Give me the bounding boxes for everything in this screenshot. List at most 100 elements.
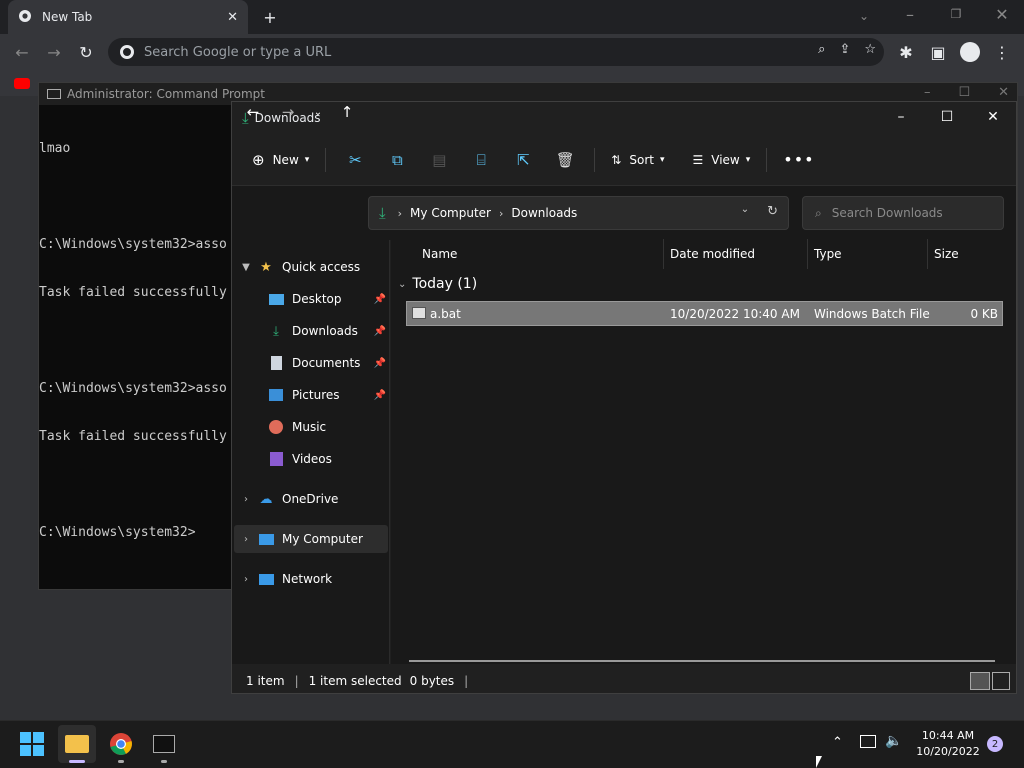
- delete-icon[interactable]: 🗑: [550, 144, 580, 176]
- tab-search-icon[interactable]: ⌄: [854, 6, 874, 26]
- network-status-icon[interactable]: [860, 735, 876, 748]
- batch-file-icon: [412, 307, 426, 319]
- start-button[interactable]: [13, 725, 51, 763]
- volume-icon[interactable]: 🔈: [885, 733, 902, 749]
- chrome-minimize-button[interactable]: –: [900, 4, 920, 24]
- chevron-right-icon[interactable]: ›: [236, 574, 256, 585]
- cmd-line: ​: [39, 189, 239, 205]
- view-button[interactable]: ☰ View ▾: [685, 144, 759, 176]
- horizontal-scrollbar[interactable]: [409, 660, 995, 662]
- copy-icon[interactable]: ⧉: [382, 144, 412, 176]
- nav-my-computer[interactable]: › My Computer: [236, 525, 386, 553]
- chevron-up-icon[interactable]: ⌃: [832, 735, 843, 750]
- back-icon[interactable]: ←: [241, 103, 265, 121]
- chevron-down-icon[interactable]: ⌄: [741, 204, 749, 219]
- reload-icon[interactable]: ↻: [76, 42, 96, 62]
- pin-icon[interactable]: 📌: [374, 358, 386, 369]
- more-options-icon[interactable]: •••: [775, 144, 822, 176]
- cut-icon[interactable]: ✂: [340, 144, 370, 176]
- tiles-view-icon[interactable]: [992, 672, 1010, 690]
- chrome-restore-button[interactable]: ❐: [946, 4, 966, 24]
- bookmark-star-icon[interactable]: ☆: [864, 42, 876, 57]
- sort-button[interactable]: ⇅ Sort ▾: [603, 144, 672, 176]
- explorer-maximize-button[interactable]: ☐: [924, 102, 970, 132]
- taskbar-file-explorer[interactable]: [58, 725, 96, 763]
- running-indicator: [118, 760, 124, 763]
- new-button[interactable]: ⊕ New ▾: [244, 144, 317, 176]
- music-icon: [266, 419, 286, 435]
- view-icon: ☰: [692, 152, 704, 167]
- recent-locations-icon[interactable]: ⌄: [306, 103, 330, 121]
- address-bar[interactable]: ⤓ › My Computer › Downloads ⌄ ↻: [368, 196, 789, 230]
- notification-badge[interactable]: 2: [987, 736, 1003, 752]
- nav-onedrive[interactable]: › ☁ OneDrive: [236, 485, 386, 513]
- sort-icon: ⇅: [611, 152, 622, 167]
- nav-label: Quick access: [282, 260, 361, 274]
- search-placeholder: Search Downloads: [831, 206, 943, 220]
- running-indicator: [161, 760, 167, 763]
- back-icon[interactable]: ←: [12, 42, 32, 62]
- details-view-icon[interactable]: [970, 672, 990, 690]
- forward-icon[interactable]: →: [44, 42, 64, 62]
- chevron-down-icon: ▾: [745, 154, 751, 165]
- share-icon[interactable]: ⇱: [508, 144, 538, 176]
- google-g-icon: [120, 45, 134, 59]
- pin-icon[interactable]: 📌: [374, 326, 386, 337]
- cmd-maximize-button[interactable]: ☐: [958, 85, 970, 100]
- breadcrumb-downloads[interactable]: Downloads: [511, 206, 577, 220]
- explorer-close-button[interactable]: ✕: [970, 102, 1016, 132]
- nav-item-pictures[interactable]: Pictures 📌: [266, 381, 386, 409]
- extensions-icon[interactable]: ✱: [896, 42, 916, 62]
- chevron-down-icon[interactable]: ▼: [236, 262, 256, 273]
- nav-item-music[interactable]: Music: [266, 413, 386, 441]
- rename-icon[interactable]: ⌸: [466, 144, 496, 176]
- pin-icon[interactable]: 📌: [374, 294, 386, 305]
- chevron-right-icon[interactable]: ›: [236, 494, 256, 505]
- nav-label: Network: [282, 572, 333, 586]
- nav-item-downloads[interactable]: ⤓ Downloads 📌: [266, 317, 386, 345]
- taskbar-clock[interactable]: 10:44 AM 10/20/2022: [912, 728, 984, 760]
- file-row[interactable]: a.bat 10/20/2022 10:40 AM Windows Batch …: [406, 301, 1003, 326]
- youtube-icon[interactable]: [14, 78, 30, 89]
- nav-network[interactable]: › Network: [236, 565, 386, 593]
- column-header-type[interactable]: Type: [807, 239, 927, 269]
- column-header-name[interactable]: Name: [416, 239, 663, 269]
- file-type: Windows Batch File: [814, 307, 930, 321]
- taskbar-command-prompt[interactable]: [145, 725, 183, 763]
- cmd-close-button[interactable]: ✕: [998, 85, 1009, 100]
- close-tab-icon[interactable]: ✕: [227, 10, 238, 25]
- share-icon[interactable]: ⇪: [839, 42, 850, 57]
- nav-item-documents[interactable]: Documents 📌: [266, 349, 386, 377]
- chrome-tab-new-tab[interactable]: New Tab ✕: [8, 0, 248, 34]
- new-tab-button[interactable]: +: [260, 7, 280, 27]
- nav-item-videos[interactable]: Videos: [266, 445, 386, 473]
- column-label: Size: [934, 247, 959, 261]
- column-header-date[interactable]: Date modified: [663, 239, 807, 269]
- chrome-close-button[interactable]: ✕: [992, 4, 1012, 24]
- column-header-size[interactable]: Size: [927, 239, 1005, 269]
- chrome-menu-icon[interactable]: ⋮: [992, 42, 1012, 62]
- chevron-right-icon[interactable]: ›: [236, 534, 256, 545]
- cmd-minimize-button[interactable]: –: [924, 85, 931, 100]
- breadcrumb-my-computer[interactable]: My Computer: [410, 206, 491, 220]
- nav-label: Videos: [292, 452, 332, 466]
- chrome-logo-icon: [18, 9, 32, 26]
- paste-icon[interactable]: ▤: [424, 144, 454, 176]
- profile-avatar[interactable]: [960, 42, 980, 62]
- nav-label: My Computer: [282, 532, 363, 546]
- pin-icon[interactable]: 📌: [374, 390, 386, 401]
- group-header-today[interactable]: ⌄ Today (1): [398, 276, 477, 292]
- cmd-output[interactable]: lmao ​ C:\Windows\system32>asso Task fai…: [39, 109, 239, 573]
- up-icon[interactable]: ↑: [335, 103, 359, 121]
- tab-title: New Tab: [42, 10, 93, 24]
- forward-icon[interactable]: →: [276, 103, 300, 121]
- refresh-icon[interactable]: ↻: [767, 204, 778, 219]
- search-input[interactable]: ⌕ Search Downloads: [802, 196, 1004, 230]
- side-panel-icon[interactable]: ▣: [928, 42, 948, 62]
- explorer-minimize-button[interactable]: –: [878, 102, 924, 132]
- taskbar-chrome[interactable]: [102, 725, 140, 763]
- nav-item-desktop[interactable]: Desktop 📌: [266, 285, 386, 313]
- omnibox[interactable]: Search Google or type a URL ⌕ ⇪ ☆: [108, 38, 884, 66]
- zoom-icon[interactable]: ⌕: [818, 42, 825, 57]
- nav-quick-access[interactable]: ▼ ★ Quick access: [236, 253, 386, 281]
